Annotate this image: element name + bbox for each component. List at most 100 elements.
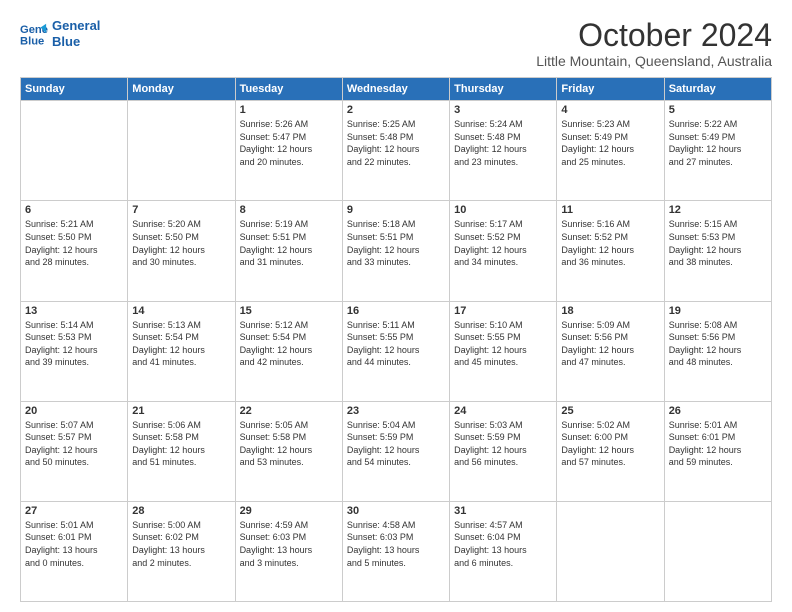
day-number: 5 xyxy=(669,104,767,116)
weekday-header-saturday: Saturday xyxy=(664,78,771,101)
day-number: 31 xyxy=(454,505,552,517)
calendar-cell: 7 Sunrise: 5:20 AM Sunset: 5:50 PM Daylig… xyxy=(128,201,235,301)
calendar-cell: 29 Sunrise: 4:59 AM Sunset: 6:03 PM Dayli… xyxy=(235,501,342,601)
calendar-cell: 9Sunrise: 5:18 AM Sunset: 5:51 PM Daylig… xyxy=(342,201,449,301)
day-info: Sunrise: 4:59 AM Sunset: 6:03 PM Dayligh… xyxy=(240,519,338,569)
calendar-cell xyxy=(21,101,128,201)
calendar-cell: 23Sunrise: 5:04 AM Sunset: 5:59 PM Dayli… xyxy=(342,401,449,501)
day-info: Sunrise: 5:01 AM Sunset: 6:01 PM Dayligh… xyxy=(25,519,123,569)
calendar-cell xyxy=(557,501,664,601)
day-info: Sunrise: 5:05 AM Sunset: 5:58 PM Dayligh… xyxy=(240,419,338,469)
calendar-cell: 15 Sunrise: 5:12 AM Sunset: 5:54 PM Dayli… xyxy=(235,301,342,401)
day-info: Sunrise: 5:15 AM Sunset: 5:53 PM Dayligh… xyxy=(669,218,767,268)
day-info: Sunrise: 5:00 AM Sunset: 6:02 PM Dayligh… xyxy=(132,519,230,569)
calendar-cell: 11 Sunrise: 5:16 AM Sunset: 5:52 PM Dayli… xyxy=(557,201,664,301)
week-row-3: 20Sunrise: 5:07 AM Sunset: 5:57 PM Dayli… xyxy=(21,401,772,501)
week-row-0: 1 Sunrise: 5:26 AM Sunset: 5:47 PM Daylig… xyxy=(21,101,772,201)
calendar-cell: 31 Sunrise: 4:57 AM Sunset: 6:04 PM Dayli… xyxy=(450,501,557,601)
day-info: Sunrise: 5:14 AM Sunset: 5:53 PM Dayligh… xyxy=(25,319,123,369)
title-block: October 2024 Little Mountain, Queensland… xyxy=(536,18,772,69)
day-info: Sunrise: 5:23 AM Sunset: 5:49 PM Dayligh… xyxy=(561,118,659,168)
day-info: Sunrise: 5:26 AM Sunset: 5:47 PM Dayligh… xyxy=(240,118,338,168)
day-info: Sunrise: 5:07 AM Sunset: 5:57 PM Dayligh… xyxy=(25,419,123,469)
day-number: 25 xyxy=(561,405,659,417)
day-info: Sunrise: 5:18 AM Sunset: 5:51 PM Dayligh… xyxy=(347,218,445,268)
day-info: Sunrise: 5:12 AM Sunset: 5:54 PM Dayligh… xyxy=(240,319,338,369)
day-number: 23 xyxy=(347,405,445,417)
logo: General Blue General Blue xyxy=(20,18,100,49)
logo-icon: General Blue xyxy=(20,20,48,48)
calendar-cell: 24Sunrise: 5:03 AM Sunset: 5:59 PM Dayli… xyxy=(450,401,557,501)
day-info: Sunrise: 4:58 AM Sunset: 6:03 PM Dayligh… xyxy=(347,519,445,569)
day-number: 7 xyxy=(132,204,230,216)
day-number: 14 xyxy=(132,305,230,317)
calendar-cell: 20Sunrise: 5:07 AM Sunset: 5:57 PM Dayli… xyxy=(21,401,128,501)
day-info: Sunrise: 5:06 AM Sunset: 5:58 PM Dayligh… xyxy=(132,419,230,469)
weekday-header-thursday: Thursday xyxy=(450,78,557,101)
calendar-cell: 19 Sunrise: 5:08 AM Sunset: 5:56 PM Dayli… xyxy=(664,301,771,401)
month-title: October 2024 xyxy=(536,18,772,53)
weekday-header-friday: Friday xyxy=(557,78,664,101)
week-row-1: 6 Sunrise: 5:21 AM Sunset: 5:50 PM Daylig… xyxy=(21,201,772,301)
day-info: Sunrise: 5:24 AM Sunset: 5:48 PM Dayligh… xyxy=(454,118,552,168)
calendar-cell: 16 Sunrise: 5:11 AM Sunset: 5:55 PM Dayli… xyxy=(342,301,449,401)
weekday-header-row: SundayMondayTuesdayWednesdayThursdayFrid… xyxy=(21,78,772,101)
calendar-cell: 17Sunrise: 5:10 AM Sunset: 5:55 PM Dayli… xyxy=(450,301,557,401)
day-info: Sunrise: 5:17 AM Sunset: 5:52 PM Dayligh… xyxy=(454,218,552,268)
day-number: 3 xyxy=(454,104,552,116)
day-info: Sunrise: 5:02 AM Sunset: 6:00 PM Dayligh… xyxy=(561,419,659,469)
day-info: Sunrise: 5:22 AM Sunset: 5:49 PM Dayligh… xyxy=(669,118,767,168)
header: General Blue General Blue October 2024 L… xyxy=(20,18,772,69)
week-row-2: 13 Sunrise: 5:14 AM Sunset: 5:53 PM Dayli… xyxy=(21,301,772,401)
day-number: 29 xyxy=(240,505,338,517)
day-info: Sunrise: 5:19 AM Sunset: 5:51 PM Dayligh… xyxy=(240,218,338,268)
svg-text:Blue: Blue xyxy=(20,35,44,47)
day-info: Sunrise: 5:25 AM Sunset: 5:48 PM Dayligh… xyxy=(347,118,445,168)
calendar-cell: 4 Sunrise: 5:23 AM Sunset: 5:49 PM Daylig… xyxy=(557,101,664,201)
day-info: Sunrise: 5:03 AM Sunset: 5:59 PM Dayligh… xyxy=(454,419,552,469)
calendar-cell xyxy=(664,501,771,601)
calendar-cell xyxy=(128,101,235,201)
day-info: Sunrise: 5:10 AM Sunset: 5:55 PM Dayligh… xyxy=(454,319,552,369)
calendar-cell: 14 Sunrise: 5:13 AM Sunset: 5:54 PM Dayli… xyxy=(128,301,235,401)
day-number: 6 xyxy=(25,204,123,216)
day-info: Sunrise: 5:21 AM Sunset: 5:50 PM Dayligh… xyxy=(25,218,123,268)
day-number: 8 xyxy=(240,204,338,216)
day-number: 16 xyxy=(347,305,445,317)
day-number: 4 xyxy=(561,104,659,116)
day-number: 11 xyxy=(561,204,659,216)
day-number: 21 xyxy=(132,405,230,417)
day-number: 1 xyxy=(240,104,338,116)
day-number: 15 xyxy=(240,305,338,317)
calendar-cell: 8 Sunrise: 5:19 AM Sunset: 5:51 PM Daylig… xyxy=(235,201,342,301)
calendar-cell: 28Sunrise: 5:00 AM Sunset: 6:02 PM Dayli… xyxy=(128,501,235,601)
calendar-cell: 3 Sunrise: 5:24 AM Sunset: 5:48 PM Daylig… xyxy=(450,101,557,201)
day-info: Sunrise: 5:11 AM Sunset: 5:55 PM Dayligh… xyxy=(347,319,445,369)
day-info: Sunrise: 5:08 AM Sunset: 5:56 PM Dayligh… xyxy=(669,319,767,369)
day-number: 10 xyxy=(454,204,552,216)
day-info: Sunrise: 5:01 AM Sunset: 6:01 PM Dayligh… xyxy=(669,419,767,469)
day-number: 27 xyxy=(25,505,123,517)
weekday-header-tuesday: Tuesday xyxy=(235,78,342,101)
day-info: Sunrise: 4:57 AM Sunset: 6:04 PM Dayligh… xyxy=(454,519,552,569)
weekday-header-monday: Monday xyxy=(128,78,235,101)
calendar-cell: 18Sunrise: 5:09 AM Sunset: 5:56 PM Dayli… xyxy=(557,301,664,401)
calendar-cell: 22Sunrise: 5:05 AM Sunset: 5:58 PM Dayli… xyxy=(235,401,342,501)
day-info: Sunrise: 5:20 AM Sunset: 5:50 PM Dayligh… xyxy=(132,218,230,268)
day-info: Sunrise: 5:09 AM Sunset: 5:56 PM Dayligh… xyxy=(561,319,659,369)
calendar-cell: 30Sunrise: 4:58 AM Sunset: 6:03 PM Dayli… xyxy=(342,501,449,601)
calendar-cell: 2Sunrise: 5:25 AM Sunset: 5:48 PM Daylig… xyxy=(342,101,449,201)
calendar-cell: 25 Sunrise: 5:02 AM Sunset: 6:00 PM Dayli… xyxy=(557,401,664,501)
day-number: 19 xyxy=(669,305,767,317)
logo-text: General Blue xyxy=(52,18,100,49)
day-info: Sunrise: 5:16 AM Sunset: 5:52 PM Dayligh… xyxy=(561,218,659,268)
calendar-cell: 1 Sunrise: 5:26 AM Sunset: 5:47 PM Daylig… xyxy=(235,101,342,201)
calendar-cell: 26Sunrise: 5:01 AM Sunset: 6:01 PM Dayli… xyxy=(664,401,771,501)
calendar-cell: 12Sunrise: 5:15 AM Sunset: 5:53 PM Dayli… xyxy=(664,201,771,301)
calendar-cell: 13 Sunrise: 5:14 AM Sunset: 5:53 PM Dayli… xyxy=(21,301,128,401)
weekday-header-wednesday: Wednesday xyxy=(342,78,449,101)
day-info: Sunrise: 5:13 AM Sunset: 5:54 PM Dayligh… xyxy=(132,319,230,369)
location: Little Mountain, Queensland, Australia xyxy=(536,53,772,69)
calendar-cell: 10 Sunrise: 5:17 AM Sunset: 5:52 PM Dayli… xyxy=(450,201,557,301)
day-number: 13 xyxy=(25,305,123,317)
